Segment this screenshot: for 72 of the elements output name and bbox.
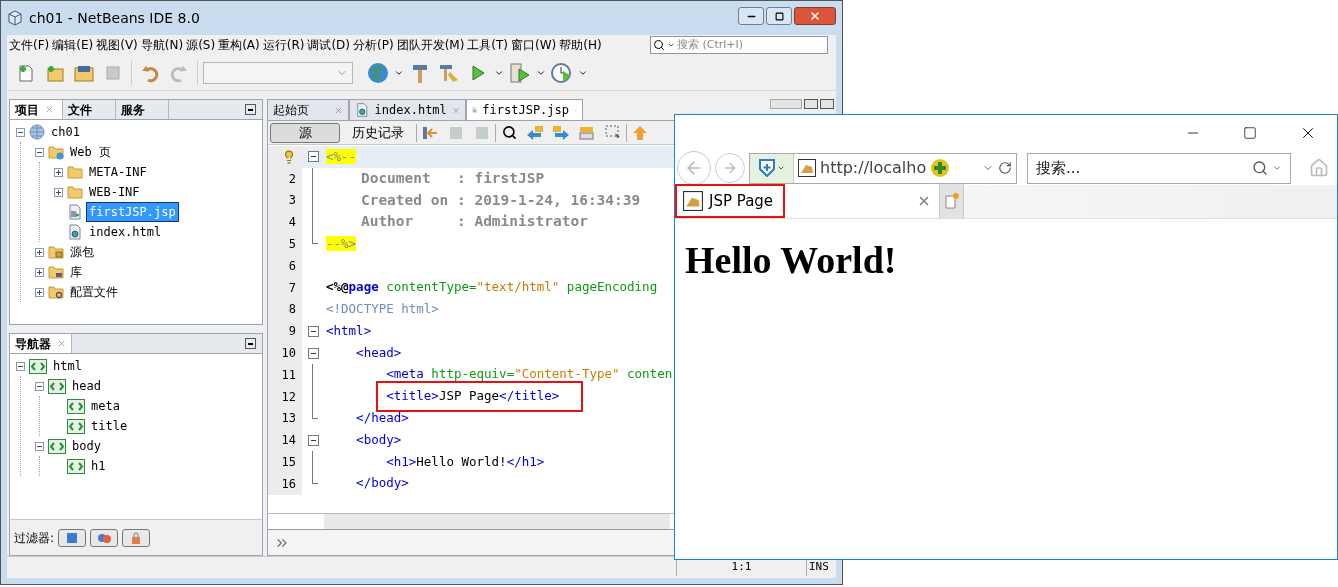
menu-item[interactable]: 视图(V) (96, 36, 138, 54)
search-field[interactable]: 搜索... (1036, 156, 1248, 180)
line-number: 2 (288, 170, 296, 188)
line-number: 7 (288, 279, 296, 297)
code-line: <head> (355, 343, 402, 362)
menu-item[interactable]: 导航(N) (140, 36, 184, 54)
code-line: Document : firstJSP (359, 168, 545, 188)
tree-item[interactable]: Web 页 (68, 143, 113, 161)
menu-item[interactable]: 重构(A) (218, 36, 260, 54)
code-line: <h1>Hello World!</h1> (385, 452, 545, 471)
page-heading: Hello World! (685, 241, 898, 279)
menu-item[interactable]: 工具(T) (467, 36, 509, 54)
line-number: 14 (281, 432, 296, 450)
code-line: </body> (355, 474, 409, 493)
menu-item[interactable]: 文件(F) (9, 36, 50, 54)
line-number: 15 (281, 454, 296, 472)
code-line: Created on : 2019-1-24, 16:34:39 (359, 190, 641, 210)
tree-item[interactable]: h1 (89, 457, 108, 475)
tree-item[interactable]: 配置文件 (68, 283, 120, 301)
editor-tab[interactable]: 起始页 (267, 99, 349, 120)
search-box[interactable]: 搜索... (1027, 152, 1291, 184)
line-number: 6 (288, 257, 296, 275)
tree-item[interactable]: title (89, 417, 130, 435)
tree-item[interactable]: WEB-INF (87, 183, 142, 201)
line-number: 10 (281, 345, 296, 363)
tree-item[interactable]: index.html (87, 223, 164, 241)
line-number: 9 (288, 323, 296, 341)
menu-item[interactable]: 窗口(W) (511, 36, 557, 54)
code-line: <html> (325, 321, 372, 340)
line-number: 11 (281, 366, 296, 384)
view-tab[interactable]: 源 (270, 122, 340, 143)
code-line: </head> (355, 409, 409, 428)
editor-tab[interactable]: index.html (349, 99, 466, 120)
tree-item[interactable]: body (70, 437, 103, 455)
browser-tab[interactable]: JSP Page (675, 184, 939, 218)
view-tab[interactable]: 历史记录 (340, 122, 416, 143)
tree-item[interactable]: head (70, 377, 103, 395)
code-line: <meta http-equiv="Content-Type" conten (385, 365, 673, 384)
line-number: 13 (281, 410, 296, 428)
search-box[interactable]: 搜索 (Ctrl+I) (650, 36, 828, 54)
window-title: ch01 - NetBeans IDE 8.0 (29, 8, 200, 28)
tree-item[interactable]: html (51, 357, 84, 375)
panel-tab[interactable]: 导航器 (10, 334, 72, 353)
line-number: 4 (288, 214, 296, 232)
address-bar[interactable]: http://localho (749, 152, 1017, 184)
code-line: <!DOCTYPE html> (325, 300, 439, 319)
tree-item[interactable]: 源包 (68, 243, 96, 261)
line-number: 16 (281, 475, 296, 493)
menu-item[interactable]: 帮助(H) (559, 36, 602, 54)
code-line: Author : Administrator (359, 212, 588, 232)
panel-tab[interactable]: 项目 (10, 100, 63, 119)
menu-item[interactable]: 团队开发(M) (396, 36, 465, 54)
tree-item[interactable]: ch01 (49, 123, 82, 141)
code-line: <%@page contentType="text/html" pageEncoding (325, 278, 658, 297)
line-number: 5 (288, 236, 296, 254)
code-line: <body> (355, 430, 402, 449)
line-number: 12 (281, 388, 296, 406)
filter-label: 过滤器: (14, 529, 55, 547)
line-number: 3 (288, 192, 296, 210)
tree-item[interactable]: 库 (68, 263, 84, 281)
menu-item[interactable]: 源(S) (186, 36, 216, 54)
tree-item[interactable]: META-INF (87, 163, 149, 181)
tree-item[interactable]: meta (89, 397, 122, 415)
menu-item[interactable]: 运行(R) (262, 36, 305, 54)
menu-item[interactable]: 分析(P) (353, 36, 394, 54)
editor-tab[interactable]: firstJSP.jsp (466, 99, 583, 120)
search-field[interactable]: 搜索 (Ctrl+I) (677, 36, 825, 54)
url-text: http://localho (820, 157, 927, 179)
menu-item[interactable]: 编辑(E) (52, 36, 94, 54)
menu-item[interactable]: 调试(D) (307, 36, 350, 54)
line-number: 8 (288, 301, 296, 319)
code-line: <title>JSP Page</title> (324, 387, 560, 407)
